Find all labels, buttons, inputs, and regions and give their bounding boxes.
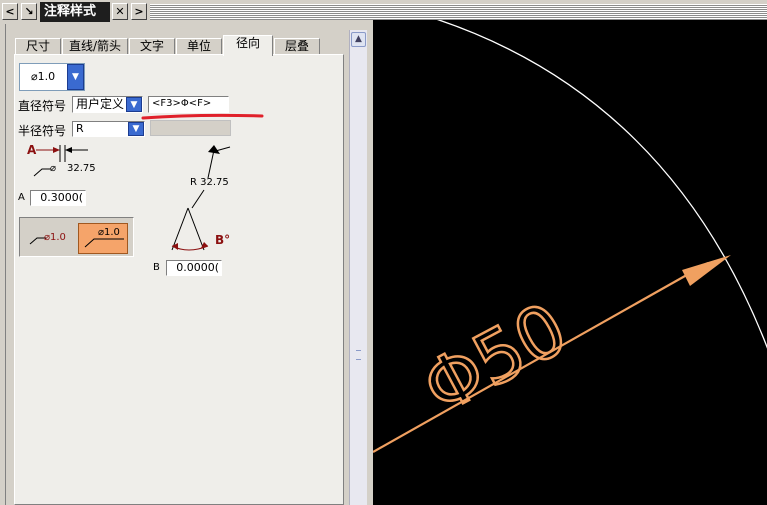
marker-b: B° bbox=[215, 233, 231, 247]
scroll-grip[interactable] bbox=[356, 350, 361, 360]
style-combo[interactable]: ⌀1.0 ▼ bbox=[19, 63, 85, 91]
diagram-a-value: 32.75 bbox=[67, 163, 96, 174]
diagram-b bbox=[171, 145, 231, 251]
scroll-up-icon[interactable]: ▲ bbox=[351, 32, 366, 47]
placement-option-horizontal[interactable]: ⌀1.0 bbox=[26, 224, 74, 252]
right-arrow-icon[interactable]: > bbox=[131, 3, 147, 20]
title-grip bbox=[150, 4, 767, 20]
field-a-label: A bbox=[18, 192, 25, 203]
chevron-down-icon[interactable]: ▼ bbox=[67, 64, 84, 90]
field-b-input[interactable]: 0.0000( bbox=[166, 260, 222, 276]
radius-symbol-text bbox=[150, 120, 231, 136]
dimension-arrowhead bbox=[682, 255, 731, 286]
close-icon[interactable]: ✕ bbox=[112, 3, 128, 20]
diameter-symbol-select[interactable]: 用户定义 ▼ bbox=[72, 96, 143, 113]
canvas-drawing: Φ50 bbox=[373, 20, 767, 453]
tab-line-arrow[interactable]: 直线/箭头 bbox=[62, 38, 128, 55]
diagram-b-value: R 32.75 bbox=[190, 177, 229, 188]
scrollbar[interactable]: ▲ bbox=[349, 30, 367, 505]
tab-size[interactable]: 尺寸 bbox=[15, 38, 61, 55]
style-combo-value: ⌀1.0 bbox=[31, 70, 56, 83]
radius-symbol-value: R bbox=[76, 122, 84, 135]
drawing-canvas[interactable]: Φ50 bbox=[373, 20, 767, 505]
field-b-label: B bbox=[153, 262, 160, 273]
diameter-symbol-label: 直径符号 bbox=[18, 99, 67, 113]
field-a-input[interactable]: 0.3000( bbox=[30, 190, 86, 206]
diagram-a-symbol: ⌀ bbox=[50, 163, 57, 174]
window-title: 注释样式 bbox=[40, 2, 110, 22]
chevron-down-icon[interactable]: ▼ bbox=[128, 122, 144, 136]
placement-option-aligned[interactable]: ⌀1.0 bbox=[78, 223, 128, 254]
dimension-text[interactable]: Φ50 bbox=[408, 285, 581, 431]
radius-symbol-select[interactable]: R ▼ bbox=[72, 121, 145, 137]
tab-radial[interactable]: 径向 bbox=[223, 35, 273, 56]
left-arrow-icon[interactable]: < bbox=[2, 3, 18, 20]
placement-option-label: ⌀1.0 bbox=[44, 232, 66, 243]
radius-symbol-label: 半径符号 bbox=[18, 124, 67, 138]
marker-a: A bbox=[27, 143, 37, 157]
pin-icon[interactable]: ↘ bbox=[21, 3, 37, 20]
tab-text[interactable]: 文字 bbox=[129, 38, 175, 55]
tab-stacking[interactable]: 层叠 bbox=[274, 38, 320, 55]
placement-option-label: ⌀1.0 bbox=[98, 227, 120, 238]
diameter-symbol-value: 用户定义 bbox=[76, 97, 125, 111]
tab-units[interactable]: 单位 bbox=[176, 38, 222, 55]
